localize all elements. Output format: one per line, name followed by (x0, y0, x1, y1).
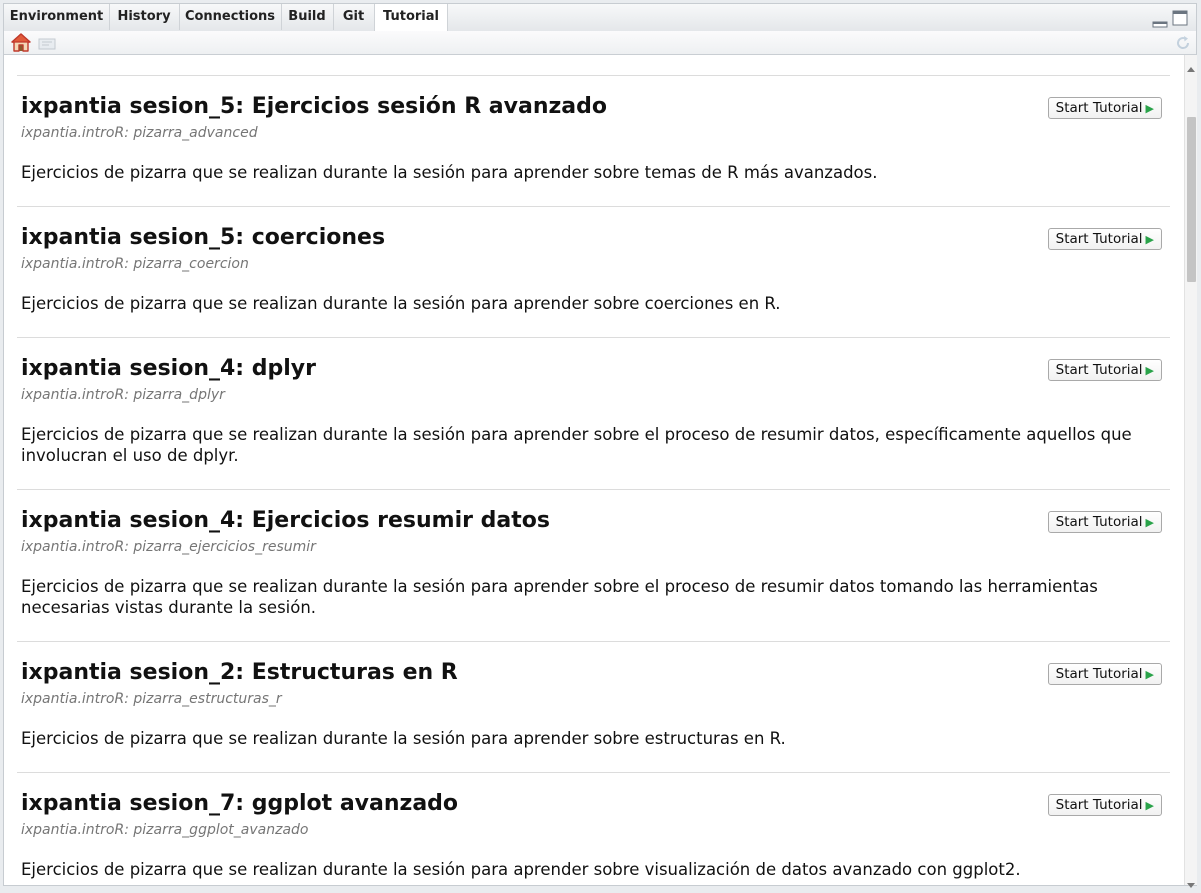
tutorial-list: ixpantia sesion_5: Ejercicios sesión R a… (4, 55, 1183, 885)
tutorial-title: ixpantia sesion_4: Ejercicios resumir da… (21, 508, 550, 533)
tutorial-package: ixpantia.introR: pizarra_estructuras_r (21, 691, 282, 707)
start-tutorial-label: Start Tutorial (1055, 100, 1143, 116)
play-icon: ▶ (1145, 799, 1154, 812)
tutorial-toolbar (4, 31, 1196, 55)
start-tutorial-button[interactable]: Start Tutorial ▶ (1047, 97, 1162, 119)
tab-history[interactable]: History (109, 4, 180, 30)
play-icon: ▶ (1145, 516, 1154, 529)
tutorial-pane: Environment History Connections Build Gi… (3, 3, 1197, 888)
play-icon: ▶ (1145, 668, 1154, 681)
start-tutorial-label: Start Tutorial (1055, 231, 1143, 247)
maximize-pane-icon[interactable] (1172, 10, 1188, 30)
tab-tutorial[interactable]: Tutorial (374, 4, 448, 31)
scroll-down-icon[interactable] (1187, 874, 1195, 893)
start-tutorial-button[interactable]: Start Tutorial ▶ (1047, 228, 1162, 250)
tutorial-package: ixpantia.introR: pizarra_advanced (21, 125, 258, 141)
tutorial-description: Ejercicios de pizarra que se realizan du… (21, 729, 786, 748)
home-icon[interactable] (11, 33, 31, 56)
tutorial-item: ixpantia sesion_5: Ejercicios sesión R a… (17, 75, 1170, 182)
play-icon: ▶ (1145, 364, 1154, 377)
tutorial-item: ixpantia sesion_4: Ejercicios resumir da… (17, 489, 1170, 617)
start-tutorial-button[interactable]: Start Tutorial ▶ (1047, 794, 1162, 816)
tutorial-title: ixpantia sesion_2: Estructuras en R (21, 660, 458, 685)
tutorial-item: ixpantia sesion_7: ggplot avanzado ixpan… (17, 772, 1170, 879)
tutorial-title: ixpantia sesion_4: dplyr (21, 356, 316, 381)
tutorial-title: ixpantia sesion_5: coerciones (21, 225, 386, 250)
start-tutorial-button[interactable]: Start Tutorial ▶ (1047, 359, 1162, 381)
stop-icon[interactable] (38, 35, 56, 54)
tutorial-package: ixpantia.introR: pizarra_coercion (21, 256, 249, 272)
start-tutorial-button[interactable]: Start Tutorial ▶ (1047, 511, 1162, 533)
tutorial-description: Ejercicios de pizarra que se realizan du… (21, 425, 1132, 465)
tutorial-package: ixpantia.introR: pizarra_dplyr (21, 387, 225, 403)
start-tutorial-label: Start Tutorial (1055, 666, 1143, 682)
minimize-pane-icon[interactable] (1152, 13, 1168, 32)
start-tutorial-label: Start Tutorial (1055, 362, 1143, 378)
tutorial-item: ixpantia sesion_4: dplyr ixpantia.introR… (17, 337, 1170, 465)
tutorial-description: Ejercicios de pizarra que se realizan du… (21, 577, 1098, 617)
play-icon: ▶ (1145, 233, 1154, 246)
tutorial-title: ixpantia sesion_7: ggplot avanzado (21, 791, 459, 816)
tab-environment[interactable]: Environment (4, 4, 110, 30)
play-icon: ▶ (1145, 102, 1154, 115)
tutorial-description: Ejercicios de pizarra que se realizan du… (21, 294, 781, 313)
tutorial-description: Ejercicios de pizarra que se realizan du… (21, 163, 878, 182)
vertical-scrollbar[interactable] (1184, 55, 1197, 888)
tutorial-item: ixpantia sesion_2: Estructuras en R ixpa… (17, 641, 1170, 748)
start-tutorial-label: Start Tutorial (1055, 797, 1143, 813)
tab-connections[interactable]: Connections (179, 4, 282, 30)
tab-build[interactable]: Build (281, 4, 334, 30)
tutorial-package: ixpantia.introR: pizarra_ejercicios_resu… (21, 539, 316, 555)
pane-tab-bar: Environment History Connections Build Gi… (4, 4, 1196, 32)
tab-git[interactable]: Git (333, 4, 375, 30)
tutorial-description: Ejercicios de pizarra que se realizan du… (21, 860, 1021, 879)
tutorial-item: ixpantia sesion_5: coerciones ixpantia.i… (17, 206, 1170, 313)
start-tutorial-button[interactable]: Start Tutorial ▶ (1047, 663, 1162, 685)
refresh-icon[interactable] (1175, 35, 1191, 55)
start-tutorial-label: Start Tutorial (1055, 514, 1143, 530)
scrollbar-thumb[interactable] (1187, 117, 1196, 282)
tutorial-package: ixpantia.introR: pizarra_ggplot_avanzado (21, 822, 309, 838)
scroll-up-icon[interactable] (1187, 57, 1195, 76)
tutorial-title: ixpantia sesion_5: Ejercicios sesión R a… (21, 94, 608, 119)
